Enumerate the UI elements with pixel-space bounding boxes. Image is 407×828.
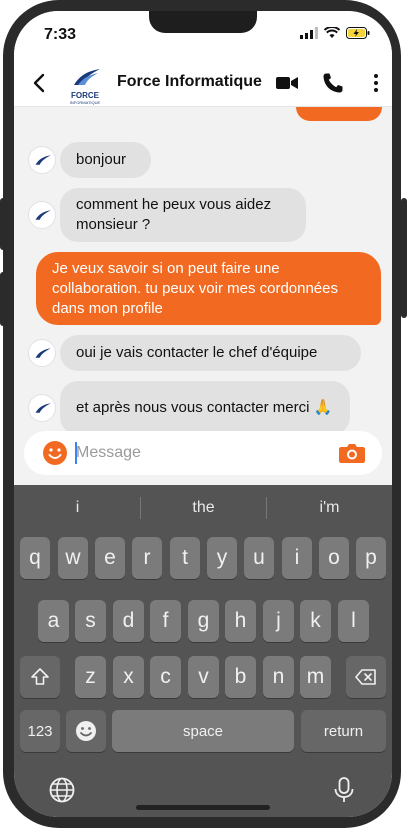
key-d[interactable]: d bbox=[113, 600, 144, 642]
home-indicator[interactable] bbox=[136, 805, 270, 810]
logo-swoosh-icon bbox=[35, 403, 51, 413]
logo-subtext: INFORMATIQUE bbox=[69, 100, 101, 105]
key-r[interactable]: r bbox=[132, 537, 162, 579]
logo-swoosh-icon bbox=[35, 210, 51, 220]
key-l[interactable]: l bbox=[338, 600, 369, 642]
numbers-key[interactable]: 123 bbox=[20, 710, 60, 752]
shift-arrow-icon bbox=[31, 668, 49, 685]
key-v[interactable]: v bbox=[188, 656, 219, 698]
phone-frame: 7:33 FORCE INFORMATIQUE Force Informatiq… bbox=[0, 0, 407, 828]
avatar bbox=[28, 201, 56, 229]
key-a[interactable]: a bbox=[38, 600, 69, 642]
avatar bbox=[28, 339, 56, 367]
message-text: comment he peux vous aidez monsieur ? bbox=[76, 196, 272, 233]
key-p[interactable]: p bbox=[356, 537, 386, 579]
signal-icon bbox=[300, 27, 318, 39]
message-bubble: comment he peux vous aidez monsieur ? bbox=[60, 188, 306, 242]
smiley-icon[interactable] bbox=[42, 440, 68, 466]
globe-icon[interactable] bbox=[48, 776, 76, 804]
message-text: Je veux savoir si on peut faire une coll… bbox=[52, 259, 338, 317]
message-text: oui je vais contacter le chef d'équipe bbox=[76, 344, 318, 361]
key-j[interactable]: j bbox=[263, 600, 294, 642]
volume-up-button bbox=[0, 198, 6, 250]
key-g[interactable]: g bbox=[188, 600, 219, 642]
key-z[interactable]: z bbox=[75, 656, 106, 698]
message-text: et après nous vous contacter merci 🙏 bbox=[76, 399, 333, 416]
notch bbox=[149, 11, 257, 33]
key-y[interactable]: y bbox=[207, 537, 237, 579]
key-u[interactable]: u bbox=[244, 537, 274, 579]
suggestion-bar: i the i'm bbox=[14, 485, 392, 531]
key-t[interactable]: t bbox=[170, 537, 200, 579]
key-k[interactable]: k bbox=[300, 600, 331, 642]
message-bubble-outgoing: Je veux savoir si on peut faire une coll… bbox=[36, 252, 381, 325]
suggestion-item[interactable]: the bbox=[141, 485, 266, 531]
message-bubble: et après nous vous contacter merci 🙏 bbox=[60, 381, 350, 435]
logo-swoosh-icon bbox=[74, 69, 100, 85]
message-bubble-partial bbox=[296, 107, 382, 121]
avatar bbox=[28, 394, 56, 422]
key-f[interactable]: f bbox=[150, 600, 181, 642]
return-key[interactable]: return bbox=[301, 710, 386, 752]
message-bubble: bonjour bbox=[60, 142, 151, 178]
key-s[interactable]: s bbox=[75, 600, 106, 642]
message-input-bar bbox=[24, 431, 382, 475]
key-n[interactable]: n bbox=[263, 656, 294, 698]
power-button bbox=[401, 198, 407, 318]
status-time: 7:33 bbox=[44, 26, 77, 43]
video-camera-icon[interactable] bbox=[275, 71, 299, 95]
message-list: bonjour comment he peux vous aidez monsi… bbox=[14, 107, 392, 481]
wifi-icon bbox=[324, 27, 340, 38]
shift-key[interactable] bbox=[20, 656, 60, 698]
key-x[interactable]: x bbox=[113, 656, 144, 698]
key-e[interactable]: e bbox=[95, 537, 125, 579]
camera-icon[interactable] bbox=[338, 441, 366, 465]
space-key[interactable]: space bbox=[112, 710, 294, 752]
vertical-dots-icon[interactable] bbox=[364, 71, 388, 95]
key-c[interactable]: c bbox=[150, 656, 181, 698]
status-icons bbox=[300, 27, 370, 39]
contact-name: Force Informatique bbox=[117, 73, 262, 90]
key-i[interactable]: i bbox=[282, 537, 312, 579]
key-h[interactable]: h bbox=[225, 600, 256, 642]
avatar bbox=[28, 146, 56, 174]
phone-screen: 7:33 FORCE INFORMATIQUE Force Informatiq… bbox=[14, 11, 392, 817]
battery-charging-icon bbox=[346, 27, 370, 39]
backspace-icon bbox=[355, 669, 376, 685]
logo-text: FORCE bbox=[71, 91, 99, 100]
message-text: bonjour bbox=[76, 151, 127, 168]
key-w[interactable]: w bbox=[58, 537, 88, 579]
key-b[interactable]: b bbox=[225, 656, 256, 698]
suggestion-item[interactable]: i bbox=[15, 485, 140, 531]
logo-swoosh-icon bbox=[35, 155, 51, 165]
back-chevron-icon[interactable] bbox=[28, 71, 52, 95]
backspace-key[interactable] bbox=[346, 656, 386, 698]
phone-icon[interactable] bbox=[321, 71, 345, 95]
emoji-smiley-icon bbox=[76, 721, 96, 741]
keyboard: i the i'm q w e r t y u i o p a s d f g … bbox=[14, 485, 392, 817]
suggestion-item[interactable]: i'm bbox=[267, 485, 392, 531]
volume-down-button bbox=[0, 272, 6, 326]
key-o[interactable]: o bbox=[319, 537, 349, 579]
key-m[interactable]: m bbox=[300, 656, 331, 698]
message-input[interactable] bbox=[76, 431, 326, 475]
chat-header: FORCE INFORMATIQUE Force Informatique bbox=[14, 59, 392, 107]
microphone-icon[interactable] bbox=[330, 776, 358, 804]
logo-swoosh-icon bbox=[35, 348, 51, 358]
emoji-key[interactable] bbox=[66, 710, 106, 752]
message-bubble: oui je vais contacter le chef d'équipe bbox=[60, 335, 361, 371]
key-q[interactable]: q bbox=[20, 537, 50, 579]
company-logo: FORCE INFORMATIQUE bbox=[68, 67, 102, 105]
